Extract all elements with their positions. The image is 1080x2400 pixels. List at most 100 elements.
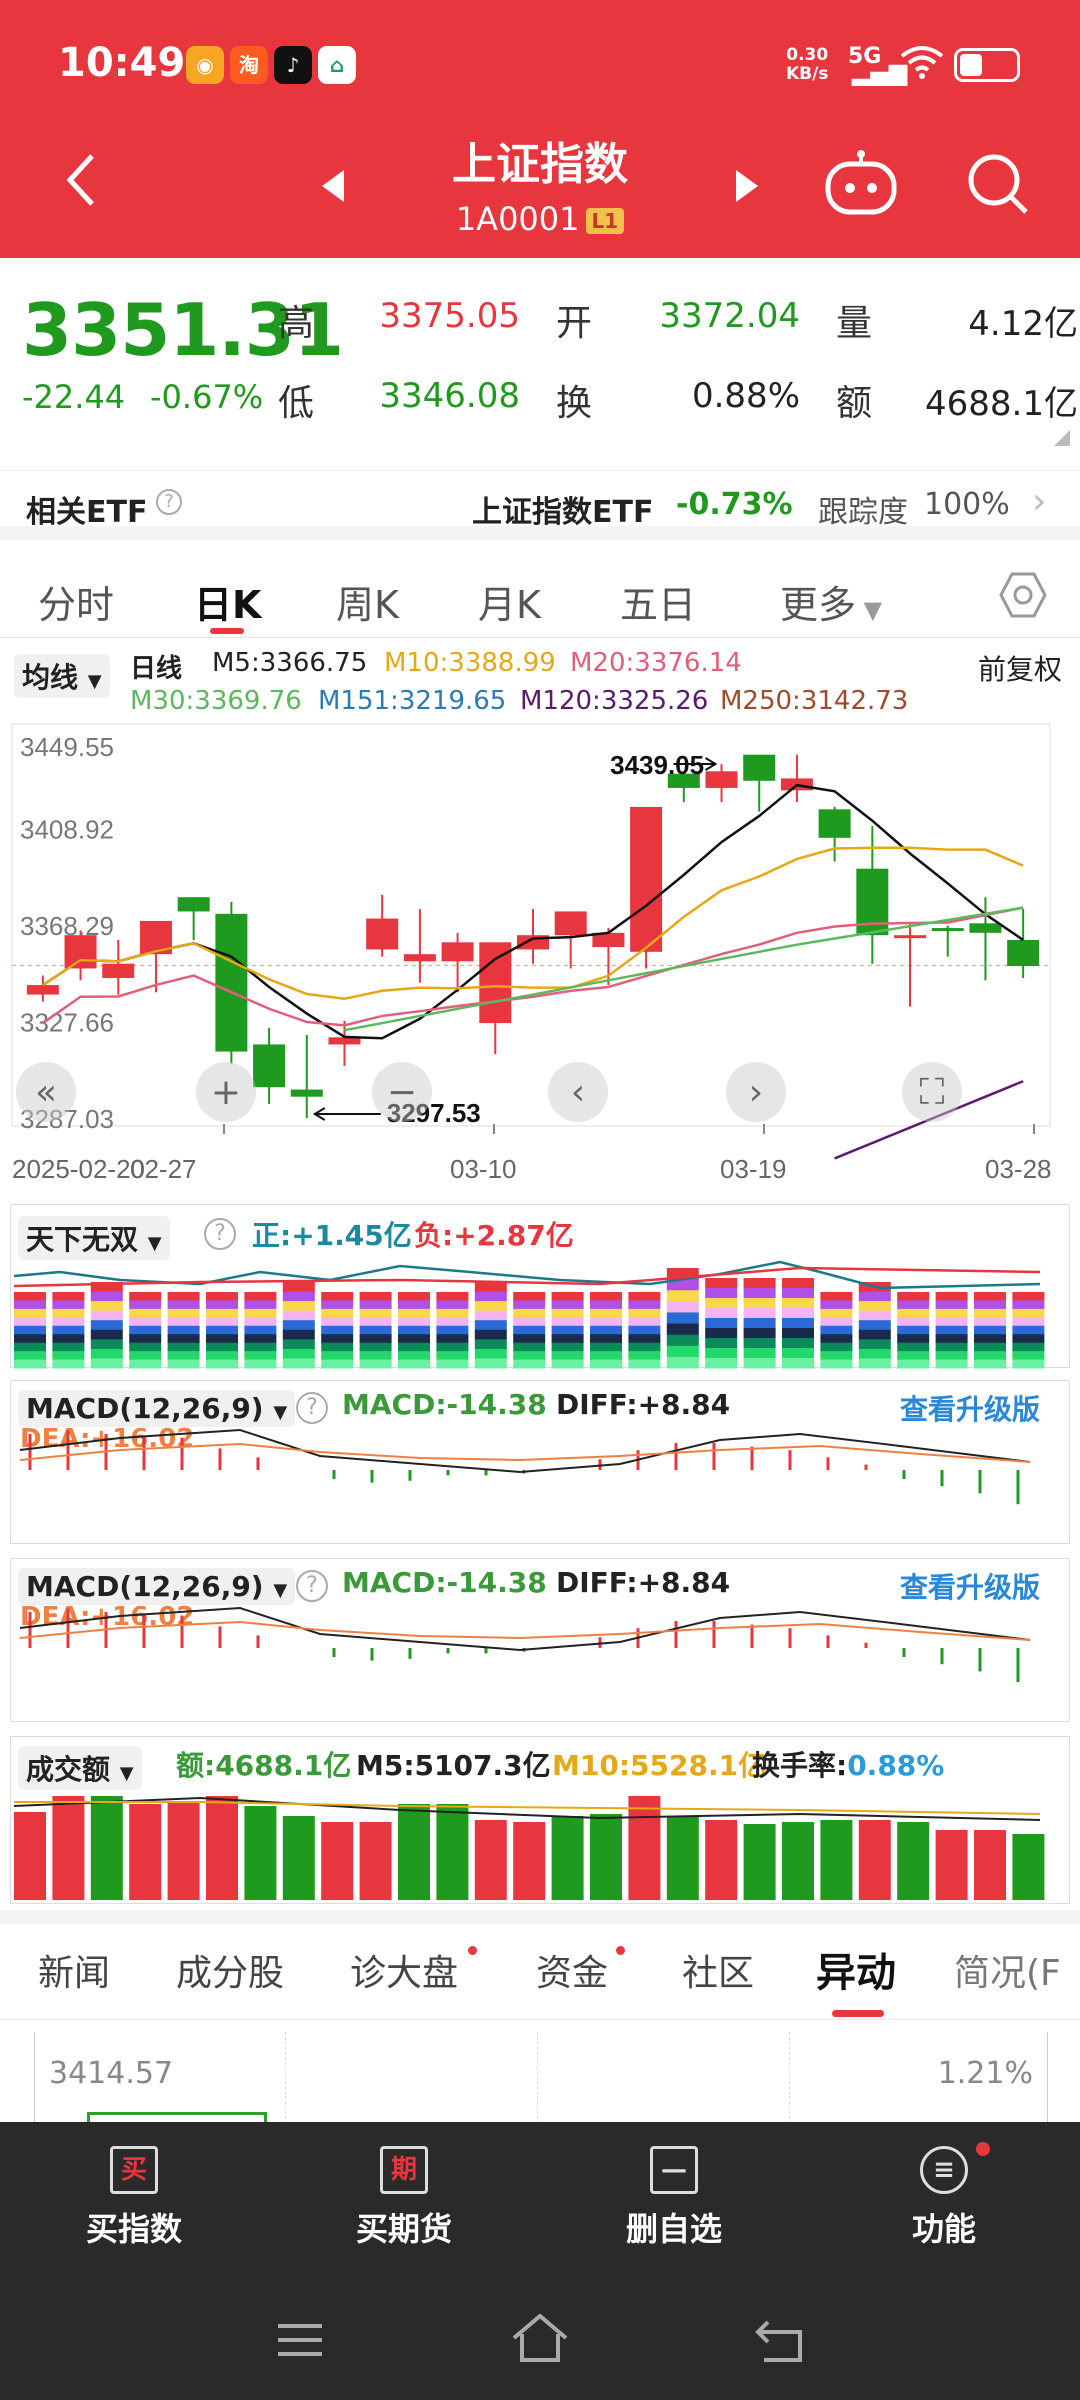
- buy-futures-button[interactable]: 期 买期货: [304, 2146, 504, 2250]
- volume-bar: [90, 1796, 123, 1900]
- flow-bar-segment: [666, 1290, 699, 1302]
- tab-overview[interactable]: 简况(F: [954, 1944, 1061, 1996]
- flow-bar-segment: [436, 1300, 469, 1310]
- zoom-in-button[interactable]: +: [196, 1062, 256, 1122]
- recent-apps-icon[interactable]: [276, 2320, 324, 2364]
- status-time: 10:49: [58, 40, 186, 86]
- candle-body: [743, 754, 776, 781]
- candle-body: [554, 911, 587, 936]
- flow-bar-segment: [206, 1359, 238, 1369]
- back-nav-icon[interactable]: [754, 2316, 806, 2368]
- tab-daily-k[interactable]: 日K: [194, 574, 261, 629]
- zoom-out-button[interactable]: −: [372, 1062, 432, 1122]
- notification-dot: [468, 1946, 477, 1955]
- functions-button[interactable]: ≡ 功能: [844, 2142, 1044, 2250]
- bottom-action-bar: 买 买指数 期 买期货 — 删自选 ≡ 功能: [0, 2122, 1080, 2400]
- flow-bar-segment: [167, 1342, 200, 1352]
- home-icon[interactable]: [510, 2312, 570, 2368]
- remove-watchlist-button[interactable]: — 删自选: [574, 2146, 774, 2250]
- ma20-label: M20:3376.14: [570, 648, 742, 678]
- etf-change: -0.73%: [676, 487, 793, 522]
- x-tick-label: 03-10: [450, 1154, 517, 1184]
- price-change: -22.44: [22, 378, 126, 416]
- tab-monthly-k[interactable]: 月K: [478, 574, 541, 629]
- related-etf-bar[interactable]: 相关ETF ? 上证指数ETF -0.73% 跟踪度 100% ›: [0, 470, 1080, 540]
- flow-bar-segment: [206, 1292, 238, 1301]
- tab-more[interactable]: 更多 ▼: [780, 574, 882, 629]
- volume-bar: [129, 1804, 162, 1900]
- scroll-left-fast-button[interactable]: «: [16, 1062, 76, 1122]
- flow-bar-segment: [935, 1325, 968, 1335]
- candlestick-chart[interactable]: 3449.553408.923368.293327.663287.033439.…: [0, 720, 1080, 1200]
- flow-bar-segment: [513, 1342, 546, 1352]
- tab-weekly-k[interactable]: 周K: [336, 574, 399, 629]
- help-icon[interactable]: ?: [204, 1218, 236, 1250]
- overlay-button-glyph: +: [211, 1072, 241, 1113]
- tab-indicator: [832, 2010, 884, 2017]
- x-tick-label: 02-27: [130, 1154, 197, 1184]
- buy-index-button[interactable]: 买 买指数: [34, 2146, 234, 2250]
- turnover-label: 换: [556, 383, 593, 424]
- flow-bar-segment: [52, 1342, 85, 1352]
- dea-line: [19, 1620, 1031, 1641]
- settings-hex-icon[interactable]: [998, 570, 1048, 624]
- flow-bar-segment: [14, 1351, 46, 1361]
- flow-bar-segment: [129, 1359, 162, 1369]
- app-icon: ◉: [186, 46, 224, 84]
- fullscreen-button[interactable]: ⛶: [902, 1062, 962, 1122]
- tab-anomaly[interactable]: 异动: [816, 1940, 896, 1998]
- flow-bar-segment: [398, 1300, 430, 1310]
- flow-bar-segment: [14, 1342, 46, 1352]
- scroll-right-button[interactable]: ›: [726, 1062, 786, 1122]
- macd-value-2: MACD:-14.38: [342, 1566, 547, 1599]
- flow-bar-segment: [14, 1359, 46, 1369]
- flow-bar-segment: [244, 1342, 277, 1352]
- tab-diagnose[interactable]: 诊大盘: [350, 1944, 458, 1996]
- flow-bar-segment: [129, 1351, 162, 1361]
- flow-bar-segment: [628, 1351, 661, 1361]
- tab-funds[interactable]: 资金: [536, 1944, 608, 1996]
- volume-bar: [628, 1796, 661, 1900]
- flow-bar-segment: [513, 1351, 546, 1361]
- flow-bar-segment: [398, 1351, 430, 1361]
- etf-label: 相关ETF: [26, 495, 148, 530]
- flow-bar-segment: [244, 1308, 277, 1318]
- x-tick-label: 03-28: [985, 1154, 1052, 1184]
- tracking-value: 100%: [924, 487, 1010, 522]
- tab-components[interactable]: 成分股: [176, 1944, 284, 1996]
- open-label: 开: [556, 303, 593, 344]
- overlay-button-glyph: ‹: [571, 1072, 585, 1113]
- tab-community[interactable]: 社区: [682, 1944, 754, 1996]
- flow-bar-segment: [897, 1359, 930, 1369]
- flow-bar-segment: [743, 1338, 776, 1349]
- tab-five-day[interactable]: 五日: [620, 574, 696, 629]
- volume-value: 4.12亿: [968, 304, 1078, 344]
- flow-bar-segment: [935, 1351, 968, 1361]
- flow-bar-segment: [14, 1317, 46, 1327]
- robot-assistant-icon[interactable]: [824, 150, 898, 220]
- app-header: 10:49 ◉ 淘 ♪ ⌂ 0.30 KB/s 5G ▂▄▆ 上证指数 1A000…: [0, 0, 1080, 258]
- flow-bar-segment: [513, 1317, 546, 1327]
- scroll-left-button[interactable]: ‹: [548, 1062, 608, 1122]
- flow-bar-segment: [244, 1292, 277, 1301]
- volume-bar: [282, 1816, 315, 1900]
- flow-bar-segment: [129, 1334, 162, 1344]
- volume-bar: [551, 1816, 584, 1900]
- search-icon[interactable]: [966, 152, 1030, 220]
- flow-bar-segment: [897, 1325, 930, 1335]
- flow-negative: 负:+2.87亿: [414, 1219, 574, 1252]
- tab-news[interactable]: 新闻: [38, 1944, 110, 1996]
- flow-bar-segment: [167, 1317, 200, 1327]
- tab-intraday[interactable]: 分时: [38, 574, 114, 629]
- flow-bar-segment: [474, 1320, 507, 1331]
- volume-bar: [52, 1796, 85, 1900]
- expand-corner-icon[interactable]: [1054, 430, 1070, 446]
- adjust-mode[interactable]: 前复权: [978, 648, 1062, 688]
- flow-bar-segment: [743, 1318, 776, 1329]
- flow-bar-segment: [705, 1298, 738, 1309]
- help-icon[interactable]: ?: [156, 489, 182, 515]
- amount-label: 额: [836, 383, 873, 424]
- flow-bar-segment: [935, 1300, 968, 1310]
- ma-indicator-button[interactable]: 均线 ▼: [14, 654, 110, 698]
- tracking-label: 跟踪度: [818, 495, 908, 530]
